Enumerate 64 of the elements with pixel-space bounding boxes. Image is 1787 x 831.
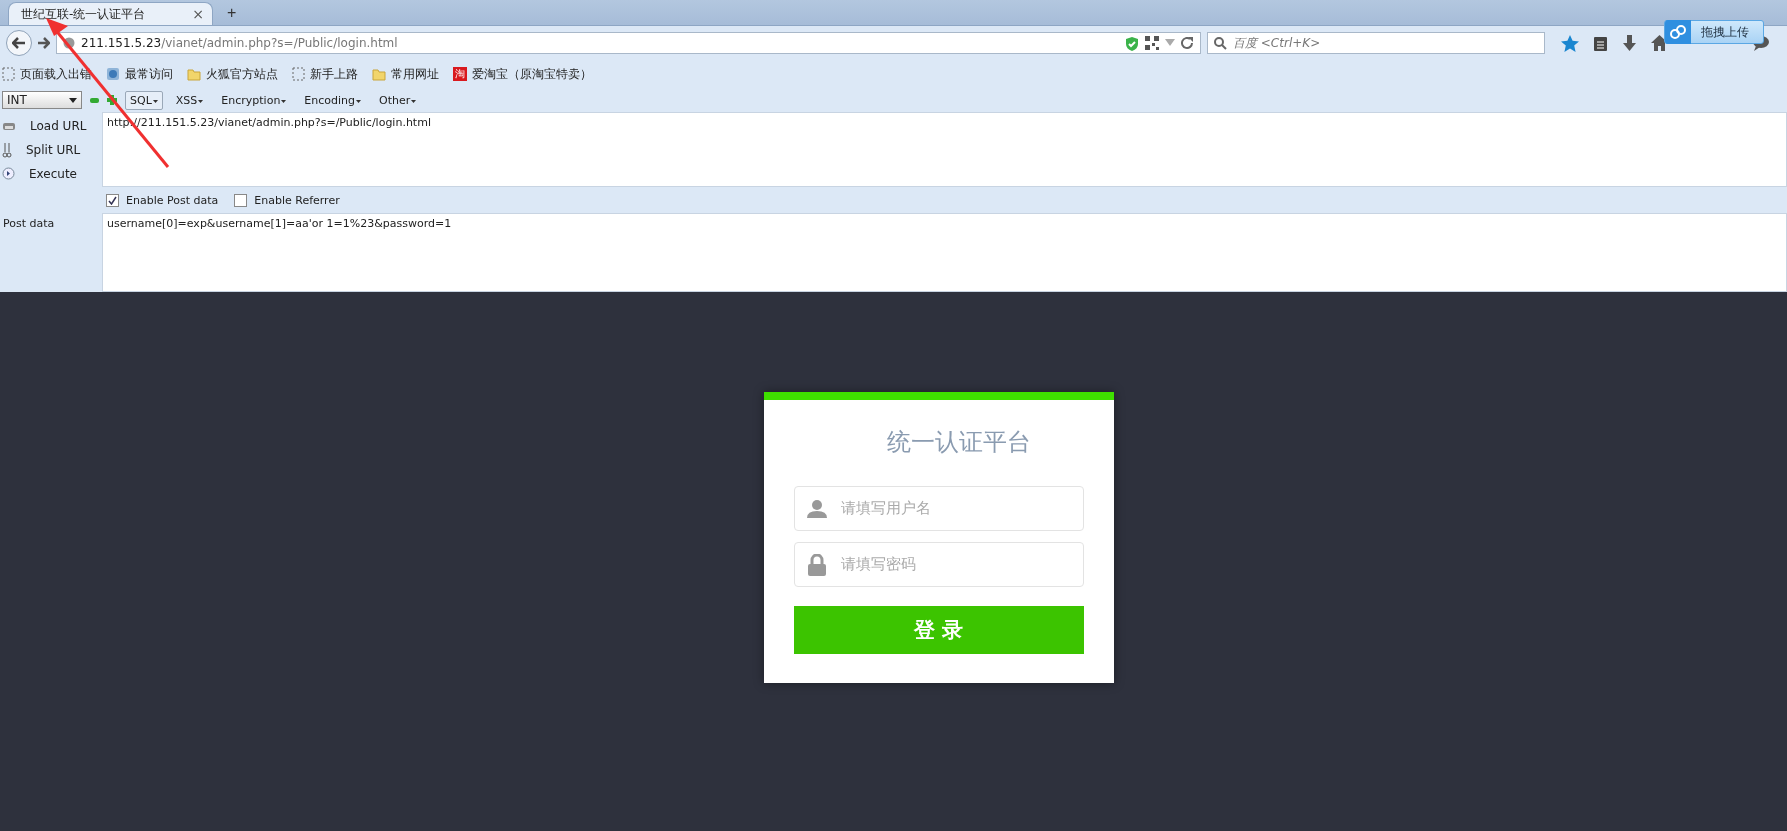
search-field[interactable]: 百度 <Ctrl+K>	[1207, 32, 1545, 54]
url-text: 211.151.5.23/vianet/admin.php?s=/Public/login.html	[81, 36, 399, 50]
toolbar-menu[interactable]: Encryption	[216, 90, 292, 110]
upload-button[interactable]: 拖拽上传	[1664, 20, 1764, 44]
new-tab-button[interactable]: +	[223, 4, 241, 22]
play-icon	[2, 167, 15, 180]
address-bar[interactable]: 211.151.5.23/vianet/admin.php?s=/Public/login.html	[56, 32, 1201, 54]
checkbox-option[interactable]: Enable Post data	[106, 193, 219, 207]
checkbox[interactable]	[234, 193, 248, 207]
toolbar-menu[interactable]: SQL	[125, 90, 163, 110]
caret-icon	[411, 99, 417, 104]
shield-icon	[1125, 35, 1139, 51]
back-button[interactable]	[6, 30, 32, 56]
back-arrow-icon	[12, 37, 26, 49]
bookmark-label: 常用网址	[391, 65, 439, 83]
download-icon[interactable]	[1622, 34, 1637, 52]
home-icon[interactable]	[1651, 35, 1668, 51]
blank-page-icon	[292, 67, 305, 81]
toolbar-menu[interactable]: XSS	[170, 90, 209, 110]
forward-icon[interactable]	[38, 37, 50, 49]
bookmark-item[interactable]: 新手上路	[292, 65, 358, 83]
search-icon	[1214, 36, 1227, 50]
scissors-icon	[2, 141, 12, 158]
star-icon[interactable]	[1561, 34, 1579, 52]
qr-code-icon	[1145, 36, 1159, 50]
caret-icon	[69, 97, 77, 103]
browser-tab[interactable]: 世纪互联-统一认证平台 ×	[8, 2, 213, 25]
tab-title: 世纪互联-统一认证平台	[21, 5, 146, 23]
bookmark-label: 爱淘宝（原淘宝特卖）	[472, 65, 592, 83]
hackbar-action[interactable]: Split URL	[0, 141, 102, 158]
checkbox[interactable]	[106, 193, 119, 207]
bookmark-label: 火狐官方站点	[206, 65, 278, 83]
checkbox-option[interactable]: Enable Referrer	[234, 193, 340, 207]
toolbar-menu[interactable]: Other	[374, 90, 422, 110]
bookmark-item[interactable]: 最常访问	[106, 65, 173, 83]
bookmark-label: 新手上路	[310, 65, 358, 83]
folder-icon	[187, 67, 201, 81]
user-icon	[806, 499, 827, 518]
blank-page-icon	[2, 67, 15, 81]
bookmark-item[interactable]: 常用网址	[372, 65, 439, 83]
folder-icon	[372, 67, 386, 81]
reload-icon[interactable]	[1181, 36, 1194, 50]
bookmark-item[interactable]: 淘 爱淘宝（原淘宝特卖）	[453, 65, 592, 83]
login-title: 统一认证平台	[885, 427, 1031, 458]
hackbar-action[interactable]: Execute	[0, 166, 102, 181]
lock-icon	[806, 553, 827, 576]
globe-icon	[106, 67, 120, 81]
bookmark-label: 最常访问	[125, 65, 173, 83]
globe-icon	[63, 37, 75, 49]
caret-icon	[356, 99, 362, 104]
toolbar-menu[interactable]: Encoding	[299, 90, 367, 110]
cloud-icon	[1669, 24, 1687, 40]
caret-icon	[198, 99, 204, 104]
clipboard-icon[interactable]	[1593, 34, 1608, 52]
caret-icon	[281, 99, 287, 104]
close-icon[interactable]: ×	[192, 6, 204, 22]
caret-icon	[152, 99, 158, 104]
plus-icon[interactable]	[107, 95, 117, 105]
post-data-textarea[interactable]: username[0]=exp&username[1]=aa'or 1=1%23&password=1	[102, 213, 1787, 292]
hackbar-action[interactable]: Load URL	[0, 118, 102, 133]
bookmark-item[interactable]: 火狐官方站点	[187, 65, 278, 83]
post-data-label: Post data	[2, 216, 56, 232]
taobao-icon: 淘	[453, 67, 467, 81]
type-dropdown[interactable]: INT	[2, 91, 82, 109]
